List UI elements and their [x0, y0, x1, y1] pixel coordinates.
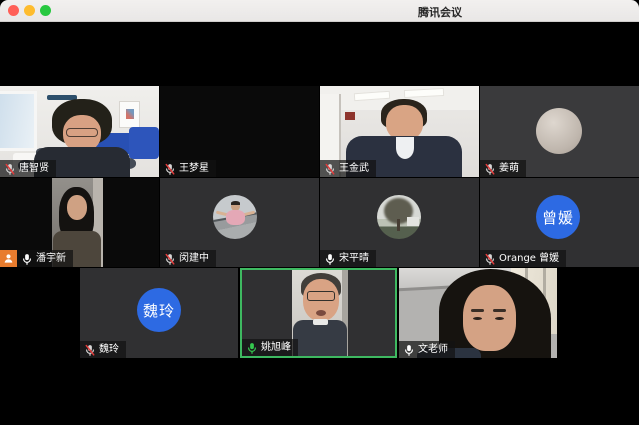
camera-sphere — [536, 108, 582, 154]
window-scenery — [0, 91, 37, 151]
person-eyebrow — [471, 309, 484, 312]
person-body — [293, 320, 347, 356]
video-tile-wangjinwu[interactable]: 王金武 — [320, 86, 479, 177]
participant-label: 宋平晴 — [320, 250, 376, 267]
meeting-window: 腾讯会议 — [0, 0, 639, 425]
person-shirt — [396, 137, 414, 159]
video-tile-jiangmeng[interactable]: 姜萌 — [480, 86, 639, 177]
participant-label: Orange 曾媛 — [480, 250, 566, 267]
video-grid: 唐智贤 王梦星 — [0, 22, 639, 425]
participant-name: 宋平晴 — [339, 250, 369, 267]
initials-avatar: 曾媛 — [536, 195, 580, 239]
microphone-muted-icon — [84, 344, 96, 356]
microphone-muted-icon — [484, 163, 496, 175]
video-tile-weiling[interactable]: 魏玲 魏玲 — [80, 268, 238, 358]
microphone-muted-icon — [324, 163, 336, 175]
participant-name: 唐智贤 — [19, 160, 49, 177]
person-mouth — [316, 310, 326, 316]
titlebar: 腾讯会议 — [0, 0, 639, 22]
participant-name: 潘宇新 — [36, 250, 66, 267]
person-eyebrow — [493, 309, 506, 312]
participant-name: 王金武 — [339, 160, 369, 177]
wall-art — [119, 101, 140, 128]
participant-label: 姚旭峰 — [242, 339, 298, 356]
participant-name: 姜萌 — [499, 160, 519, 177]
video-tile-wangmengxing[interactable]: 王梦星 — [160, 86, 319, 177]
person-eye — [495, 317, 504, 320]
video-tile-songpingqing[interactable]: 宋平晴 — [320, 178, 479, 267]
participant-label: 潘宇新 — [0, 250, 73, 267]
participant-label: 文老师 — [399, 341, 455, 358]
sofa — [129, 127, 159, 159]
participant-label: 王梦星 — [160, 160, 216, 177]
person-shirt — [313, 319, 328, 325]
microphone-speaking-icon — [246, 342, 258, 354]
participant-label: 闵建中 — [160, 250, 216, 267]
microphone-muted-icon — [484, 253, 496, 265]
participant-name: 文老师 — [418, 341, 448, 358]
initials-avatar: 魏玲 — [137, 288, 181, 332]
microphone-on-icon — [324, 253, 336, 265]
host-badge-icon — [0, 250, 17, 267]
zoom-button[interactable] — [40, 5, 51, 16]
participant-name: Orange 曾媛 — [499, 250, 559, 267]
profile-photo — [377, 195, 421, 239]
video-tile-tangzhixian[interactable]: 唐智贤 — [0, 86, 159, 177]
window-title: 腾讯会议 — [418, 4, 462, 20]
microphone-muted-icon — [4, 163, 16, 175]
person-face — [67, 195, 87, 220]
video-tile-panyuxin[interactable]: 潘宇新 — [0, 178, 159, 267]
participant-label: 王金武 — [320, 160, 376, 177]
participant-name: 魏玲 — [99, 341, 119, 358]
microphone-on-icon — [403, 344, 415, 356]
microphone-on-icon — [21, 253, 33, 265]
video-tile-wenlaoshi[interactable]: 文老师 — [399, 268, 557, 358]
microphone-muted-icon — [164, 253, 176, 265]
participant-label: 姜萌 — [480, 160, 526, 177]
participant-name: 姚旭峰 — [261, 339, 291, 356]
microphone-muted-icon — [164, 163, 176, 175]
participant-label: 魏玲 — [80, 341, 126, 358]
participant-label: 唐智贤 — [0, 160, 56, 177]
participant-name: 闵建中 — [179, 250, 209, 267]
participant-name: 王梦星 — [179, 160, 209, 177]
profile-photo — [213, 195, 257, 239]
person-glasses — [66, 128, 98, 137]
minimize-button[interactable] — [24, 5, 35, 16]
person-eye — [473, 317, 482, 320]
person-face — [463, 285, 516, 351]
video-tile-minjianzhong[interactable]: 闵建中 — [160, 178, 319, 267]
close-button[interactable] — [8, 5, 19, 16]
shelf-object — [345, 112, 355, 120]
video-tile-yaoxufeng[interactable]: 姚旭峰 — [240, 268, 397, 358]
video-tile-zengyuan[interactable]: 曾媛 Orange 曾媛 — [480, 178, 639, 267]
person-glasses — [307, 291, 335, 301]
